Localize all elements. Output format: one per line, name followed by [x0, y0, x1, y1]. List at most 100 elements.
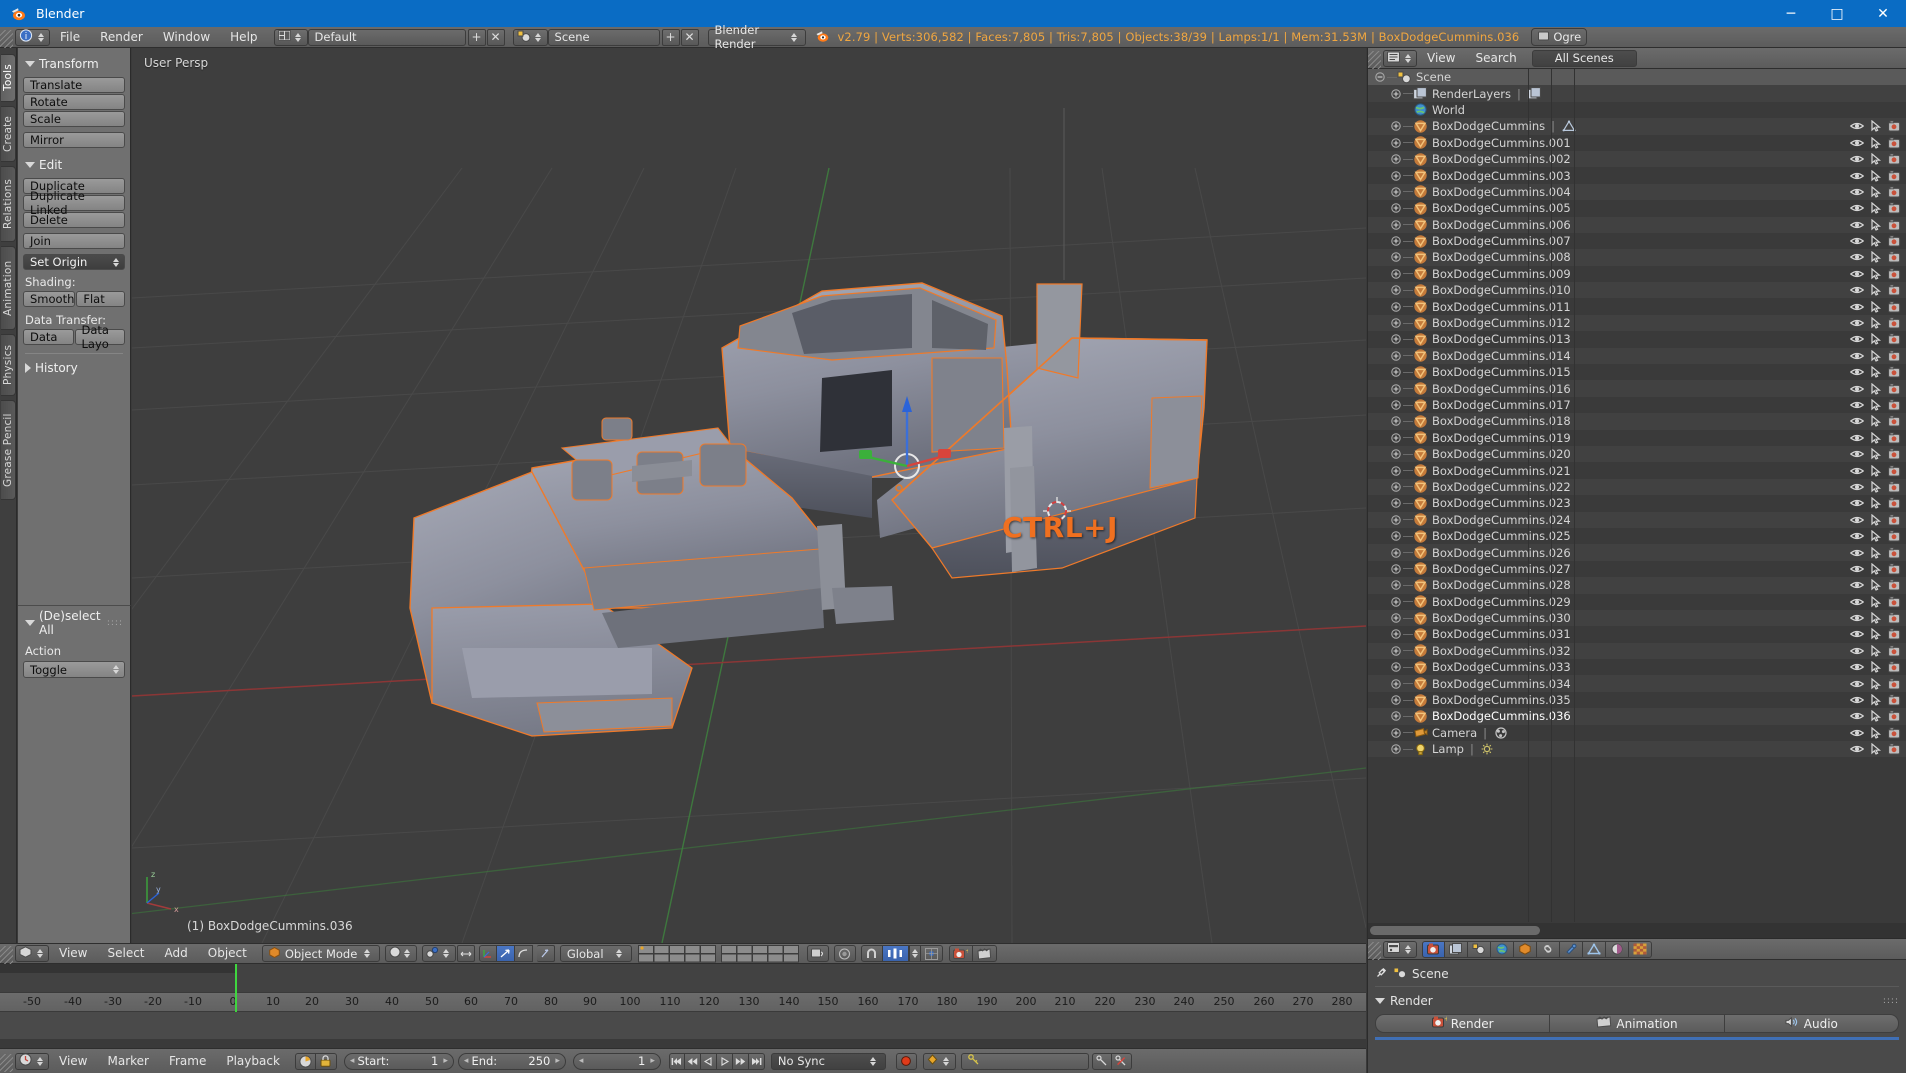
restrict-select-icon[interactable] [1866, 152, 1885, 166]
restrict-render-icon[interactable] [1885, 218, 1904, 232]
outliner-scroll-thumb[interactable] [1370, 926, 1540, 935]
duplicate-linked-button[interactable]: Duplicate Linked [23, 189, 125, 217]
restrict-render-icon[interactable] [1885, 529, 1904, 543]
outliner-row[interactable]: BoxDodgeCummins.014 [1368, 347, 1906, 365]
expand-toggle-icon[interactable] [1390, 203, 1401, 214]
expand-toggle-icon[interactable] [1390, 613, 1401, 624]
snap-element-icon[interactable] [882, 945, 909, 962]
restrict-render-icon[interactable] [1885, 644, 1904, 658]
expand-toggle-icon[interactable] [1390, 449, 1401, 460]
restrict-render-icon[interactable] [1885, 677, 1904, 691]
expand-toggle-icon[interactable] [1390, 219, 1401, 230]
expand-toggle-icon[interactable] [1390, 170, 1401, 181]
expand-toggle-icon[interactable] [1390, 678, 1401, 689]
restrict-render-icon[interactable] [1885, 611, 1904, 625]
history-section-header[interactable]: History [25, 359, 125, 377]
outliner-row[interactable]: BoxDodgeCummins.012 [1368, 314, 1906, 332]
restrict-view-icon[interactable] [1847, 365, 1866, 379]
viewport-menu-object[interactable]: Object [198, 943, 257, 964]
restrict-view-icon[interactable] [1847, 546, 1866, 560]
restrict-render-icon[interactable] [1885, 283, 1904, 297]
delete-keyframe-icon[interactable] [1111, 1052, 1132, 1070]
close-button[interactable]: ✕ [1860, 0, 1906, 27]
timeline-track[interactable] [0, 964, 1366, 992]
lock-object-icon[interactable] [806, 945, 829, 962]
restrict-render-icon[interactable] [1885, 431, 1904, 445]
restrict-view-icon[interactable] [1847, 185, 1866, 199]
snap-target-icon[interactable] [920, 945, 943, 962]
play-reverse-icon[interactable] [700, 1052, 717, 1070]
restrict-render-icon[interactable] [1885, 447, 1904, 461]
outliner-row[interactable]: BoxDodgeCummins.002 [1368, 150, 1906, 168]
outliner-editor[interactable]: View Search All Scenes Scene RenderLayers… [1367, 48, 1906, 938]
restrict-render-icon[interactable] [1885, 660, 1904, 674]
outliner-row[interactable]: BoxDodgeCummins.004 [1368, 183, 1906, 201]
restrict-select-icon[interactable] [1866, 234, 1885, 248]
expand-toggle-icon[interactable] [1390, 318, 1401, 329]
viewport-menu-view[interactable]: View [49, 943, 97, 964]
outliner-row[interactable]: BoxDodgeCummins.026 [1368, 544, 1906, 561]
scene-tab-icon[interactable] [1468, 940, 1491, 958]
outliner-menu-search[interactable]: Search [1465, 48, 1526, 69]
tab-create[interactable]: Create [1, 106, 16, 162]
restrict-render-icon[interactable] [1885, 382, 1904, 396]
restrict-select-icon[interactable] [1866, 529, 1885, 543]
tab-relations[interactable]: Relations [1, 166, 16, 242]
restrict-render-icon[interactable] [1885, 578, 1904, 592]
outliner-row[interactable]: BoxDodgeCummins.003 [1368, 167, 1906, 183]
restrict-select-icon[interactable] [1866, 627, 1885, 641]
timeline-editor-type-selector[interactable] [15, 1052, 49, 1070]
keyingset-field[interactable] [960, 1052, 1089, 1070]
restrict-view-icon[interactable] [1847, 562, 1866, 576]
outliner-row[interactable]: BoxDodgeCummins.022 [1368, 478, 1906, 496]
restrict-render-icon[interactable] [1885, 398, 1904, 412]
restrict-render-icon[interactable] [1885, 627, 1904, 641]
restrict-view-icon[interactable] [1847, 414, 1866, 428]
restrict-render-icon[interactable] [1885, 201, 1904, 215]
panel-drag-dots-icon[interactable]: :::: [107, 618, 123, 628]
restrict-select-icon[interactable] [1866, 546, 1885, 560]
expand-toggle-icon[interactable] [1390, 514, 1401, 525]
expand-toggle-icon[interactable] [1390, 645, 1401, 656]
restrict-view-icon[interactable] [1847, 152, 1866, 166]
restrict-select-icon[interactable] [1866, 283, 1885, 297]
outliner-row[interactable]: BoxDodgeCummins.020 [1368, 445, 1906, 463]
restrict-render-icon[interactable] [1885, 513, 1904, 527]
pin-icon[interactable] [1375, 966, 1388, 982]
expand-toggle-icon[interactable] [1390, 252, 1401, 263]
restrict-select-icon[interactable] [1866, 332, 1885, 346]
restrict-select-icon[interactable] [1866, 431, 1885, 445]
screen-layout-field[interactable]: Default [307, 28, 466, 46]
transform-section-header[interactable]: Transform [25, 55, 125, 73]
restrict-view-icon[interactable] [1847, 611, 1866, 625]
expand-toggle-icon[interactable] [1390, 662, 1401, 673]
render-image-button[interactable]: + Render [1375, 1014, 1551, 1033]
pivot-point-selector[interactable] [421, 945, 456, 962]
restrict-render-icon[interactable] [1885, 365, 1904, 379]
material-tab-icon[interactable] [1606, 940, 1629, 958]
restrict-view-icon[interactable] [1847, 693, 1866, 707]
restrict-view-icon[interactable] [1847, 529, 1866, 543]
translate-button[interactable]: Translate [23, 77, 125, 93]
expand-toggle-icon[interactable] [1390, 236, 1401, 247]
timeline-menu-playback[interactable]: Playback [216, 1051, 290, 1072]
rotate-button[interactable]: Rotate [23, 94, 125, 110]
add-screen-layout-button[interactable]: + [467, 28, 486, 46]
restrict-render-icon[interactable] [1885, 267, 1904, 281]
expand-toggle-icon[interactable] [1390, 186, 1401, 197]
outliner-row[interactable]: BoxDodgeCummins.029 [1368, 594, 1906, 610]
restrict-view-icon[interactable] [1847, 644, 1866, 658]
keyingset-type-selector[interactable] [922, 1052, 956, 1070]
deselect-all-header[interactable]: (De)select All :::: [25, 609, 123, 637]
set-origin-button[interactable]: Set Origin [23, 254, 125, 270]
outliner-row[interactable]: BoxDodgeCummins.016 [1368, 380, 1906, 397]
menu-window[interactable]: Window [153, 27, 220, 48]
current-frame-inc[interactable]: ▸ [650, 1056, 655, 1066]
restrict-select-icon[interactable] [1866, 382, 1885, 396]
restrict-view-icon[interactable] [1847, 349, 1866, 363]
expand-toggle-icon[interactable] [1390, 629, 1401, 640]
outliner-tree[interactable]: Scene RenderLayers | World BoxDodgeCummins | B… [1368, 69, 1906, 922]
outliner-scene-filter[interactable]: All Scenes [1531, 49, 1637, 67]
properties-editor-type-selector[interactable] [1383, 940, 1417, 958]
interaction-mode-selector[interactable]: Object Mode [261, 945, 380, 962]
